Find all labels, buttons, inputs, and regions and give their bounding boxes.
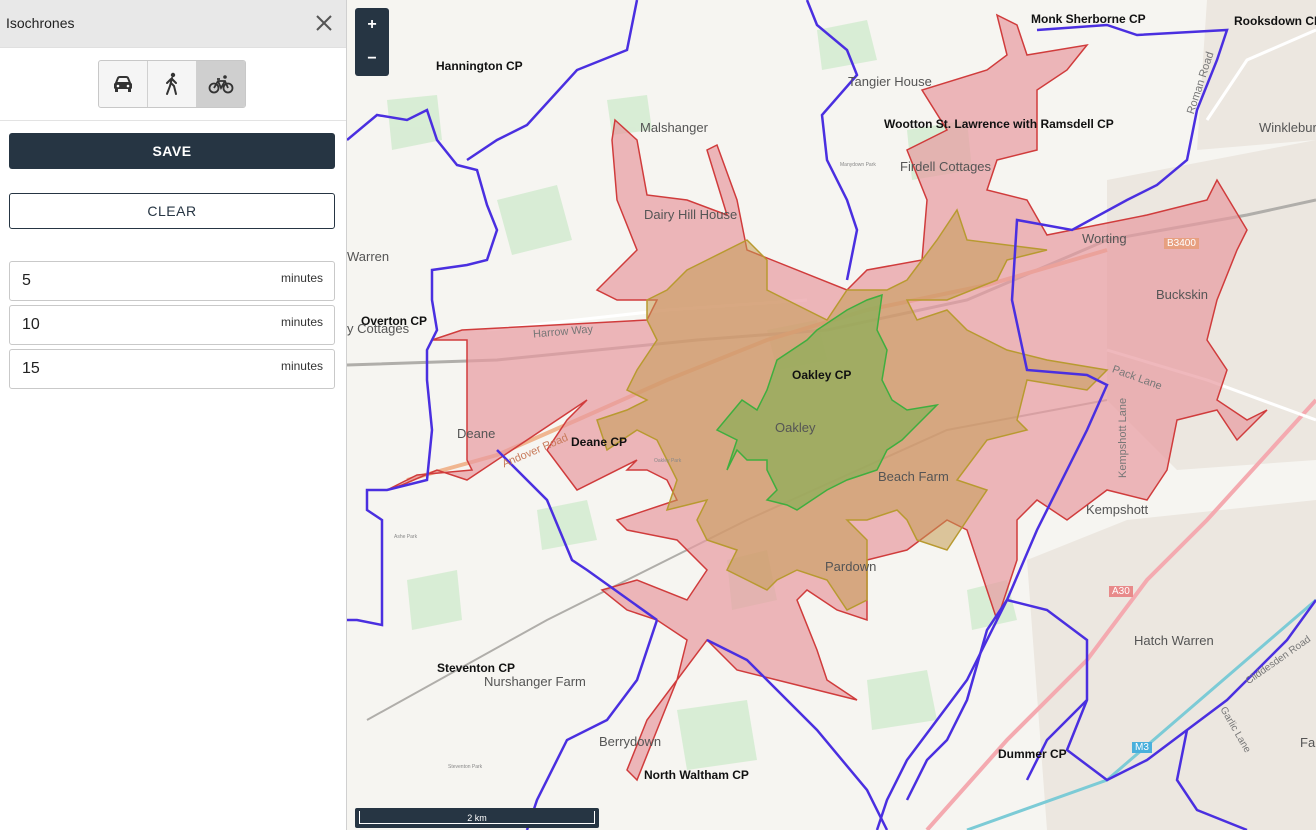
map-label: Tangier House (848, 74, 932, 89)
time-field-2[interactable]: 10 minutes (9, 305, 335, 345)
map-label: Hatch Warren (1134, 633, 1214, 648)
map-label: Fa (1300, 735, 1316, 750)
walk-mode-button[interactable] (148, 61, 197, 107)
map-label: Wootton St. Lawrence with Ramsdell CP (884, 117, 1114, 131)
map-label: Oakley CP (792, 368, 852, 382)
road-label: M3 (1132, 742, 1152, 753)
map-label: Deane (457, 426, 496, 441)
map-label: Kempshott (1086, 502, 1149, 517)
map-label: Firdell Cottages (900, 159, 992, 174)
map-label: y Cottages (347, 321, 410, 336)
map-label: Rooksdown CP (1234, 14, 1316, 28)
zoom-out-button[interactable]: − (355, 42, 389, 76)
time-unit: minutes (280, 315, 323, 329)
close-icon[interactable] (314, 13, 334, 33)
panel-title: Isochrones (6, 15, 75, 31)
panel-header: Isochrones (0, 0, 346, 48)
map-label: Beach Farm (878, 469, 949, 484)
map-label: Pardown (825, 559, 877, 574)
bike-mode-button[interactable] (197, 61, 245, 107)
time-field-3[interactable]: 15 minutes (9, 349, 335, 389)
car-icon (114, 76, 132, 92)
map-label: Oakley Park (654, 458, 682, 464)
map-label: Buckskin (1156, 287, 1209, 302)
map-label: Ashe Park (394, 534, 418, 540)
time-value: 5 (22, 272, 31, 289)
map-label: Hannington CP (436, 59, 523, 73)
road-label: Kempshott Lane (1117, 397, 1129, 478)
map-label: Nurshanger Farm (484, 674, 586, 689)
walk-icon (166, 72, 177, 95)
zoom-in-button[interactable]: + (355, 8, 389, 42)
map-label: Deane CP (571, 435, 628, 449)
clear-button[interactable]: CLEAR (9, 193, 335, 229)
map-label: Steventon Park (448, 764, 483, 770)
map-label: Worting (1082, 231, 1127, 246)
map-label: Monk Sherborne CP (1031, 12, 1146, 26)
map-label: Warren (347, 249, 390, 264)
save-button[interactable]: SAVE (9, 133, 335, 169)
bicycle-icon (208, 75, 234, 94)
map-label: Dummer CP (998, 747, 1067, 761)
road-label: B3400 (1164, 238, 1199, 249)
time-field-1[interactable]: 5 minutes (9, 261, 335, 301)
zoom-control: + − (355, 8, 389, 76)
map-label: Manydown Park (840, 162, 876, 168)
scale-bar: 2 km (355, 808, 599, 828)
map-label: Berrydown (599, 734, 662, 749)
map-label: Oakley (775, 420, 816, 435)
time-value: 10 (22, 316, 40, 333)
map-label: Steventon CP (437, 661, 516, 675)
map-label: Winklebury (1259, 120, 1316, 135)
travel-mode-selector (98, 60, 246, 108)
car-mode-button[interactable] (99, 61, 148, 107)
map-label: Malshanger (640, 120, 708, 135)
map-label: North Waltham CP (644, 768, 749, 782)
divider (0, 120, 346, 121)
map-label: Dairy Hill House (644, 207, 738, 222)
time-unit: minutes (280, 271, 323, 285)
scale-label: 2 km (359, 811, 595, 824)
map-canvas (347, 0, 1316, 830)
time-value: 15 (22, 360, 40, 377)
road-label: A30 (1109, 586, 1133, 597)
time-unit: minutes (280, 359, 323, 373)
map-view[interactable]: + − Monk Sherborne CP Rooksdown CP Hanni… (347, 0, 1316, 830)
isochrones-panel: Isochrones SAVE CLEAR 5 minutes 10 minut… (0, 0, 347, 830)
